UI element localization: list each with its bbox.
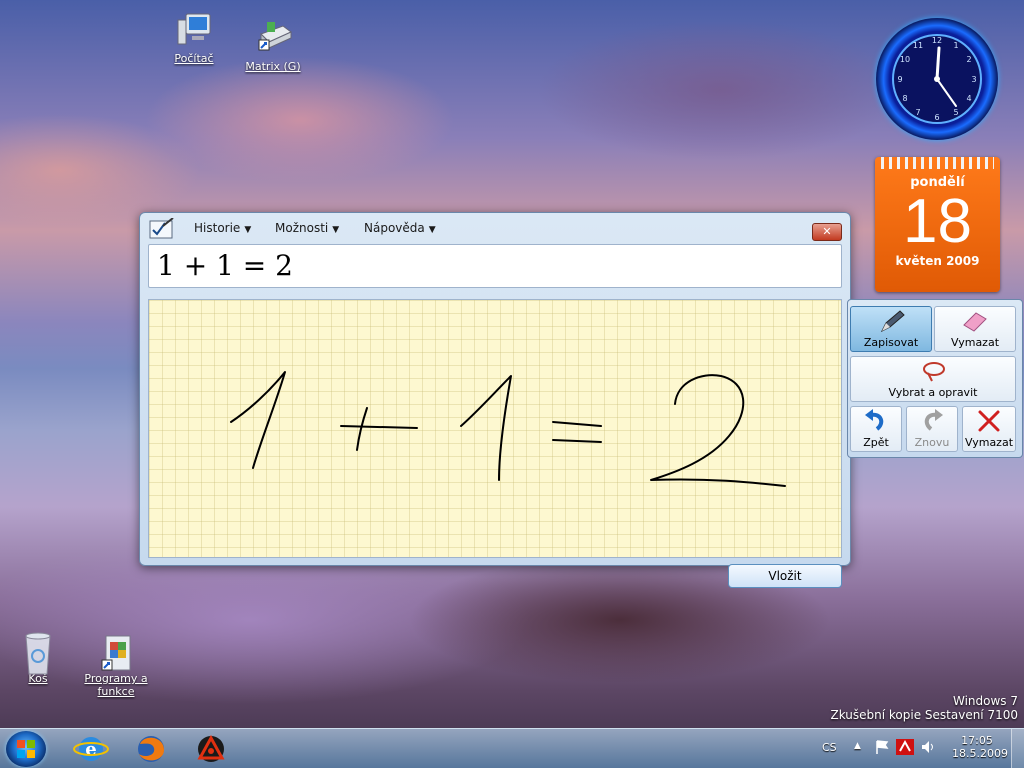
drive-shortcut-icon (253, 20, 293, 58)
menu-label: Možnosti (275, 221, 329, 235)
tool-label: Vymazat (950, 336, 1000, 349)
handwriting-ink (230, 371, 786, 487)
undo-button[interactable]: Zpět (850, 406, 902, 452)
watermark-line2: Zkušební kopie Sestavení 7100 (830, 708, 1018, 722)
math-input-panel: Historie ▼ Možnosti ▼ Nápověda ▼ ✕ 1 + 1 = … (139, 212, 851, 566)
close-button[interactable]: ✕ (812, 223, 842, 241)
clock-gadget[interactable]: 12 1 2 3 45 6 78 9 10 11 (876, 18, 998, 140)
write-tool-button[interactable]: Zapisovat (850, 306, 932, 352)
svg-text:8: 8 (902, 94, 907, 103)
system-tray: CS ▲ 17:05 18.5.2009 (814, 729, 1024, 768)
svg-text:12: 12 (932, 36, 942, 45)
recycle-bin-icon (18, 632, 58, 675)
svg-text:11: 11 (913, 41, 923, 50)
eraser-icon (963, 312, 987, 332)
desktop-icon-programs[interactable]: Programy a funkce (78, 632, 154, 698)
firefox-icon (138, 736, 164, 762)
svg-text:7: 7 (915, 108, 920, 117)
svg-text:10: 10 (900, 55, 910, 64)
tray-clock[interactable]: 17:05 18.5.2009 (952, 734, 1008, 760)
taskbar-internet-explorer[interactable]: e (70, 732, 112, 766)
programs-shortcut-icon (96, 632, 136, 671)
recognition-preview: 1 + 1 = 2 (148, 244, 842, 288)
windows-watermark: Windows 7 Zkušební kopie Sestavení 7100 (830, 694, 1018, 722)
tray-time: 17:05 (961, 734, 993, 747)
chevron-down-icon: ▼ (428, 225, 436, 235)
svg-text:4: 4 (966, 94, 971, 103)
desktop-icon-computer[interactable]: Počítač (156, 12, 232, 65)
calendar-gadget[interactable]: pondělí 18 květen 2009 (875, 157, 1000, 292)
calendar-day: 18 (903, 187, 972, 256)
svg-text:3: 3 (971, 75, 976, 84)
language-indicator[interactable]: CS (822, 741, 837, 754)
svg-text:9: 9 (897, 75, 902, 84)
acrobat-tray-icon[interactable] (896, 739, 914, 758)
show-hidden-icons[interactable]: ▲ (854, 741, 861, 751)
tools-panel: Zapisovat Vymazat Vybrat a opravit Zpět (847, 299, 1023, 458)
math-app-icon[interactable] (149, 217, 175, 240)
preview-expression: 1 + 1 = 2 (157, 249, 293, 282)
desktop-icon-matrix-drive[interactable]: Matrix (G) (235, 20, 311, 73)
menu-label: Historie (194, 221, 241, 235)
svg-text:5: 5 (953, 108, 958, 117)
calendar-rings (881, 157, 994, 169)
redo-button[interactable]: Znovu (906, 406, 958, 452)
menu-options[interactable]: Možnosti ▼ (275, 221, 339, 235)
internet-explorer-icon: e (73, 737, 109, 761)
watermark-line1: Windows 7 (952, 694, 1018, 708)
svg-text:6: 6 (934, 113, 939, 122)
desktop-icon-label: Počítač (174, 52, 214, 65)
menu-bar: Historie ▼ Možnosti ▼ Nápověda ▼ ✕ (140, 213, 850, 243)
writing-area[interactable] (148, 299, 842, 558)
undo-icon (865, 409, 884, 431)
tool-label: Zapisovat (863, 336, 919, 349)
tool-label: Znovu (914, 436, 950, 449)
chevron-down-icon: ▼ (332, 225, 340, 235)
chevron-down-icon: ▼ (244, 225, 252, 235)
menu-help[interactable]: Nápověda ▼ (364, 221, 436, 235)
calendar-month-year: květen 2009 (895, 254, 980, 268)
tool-label: Vymazat (964, 436, 1014, 449)
desktop: Počítač Matrix (G) Koš Programy a funkce… (0, 0, 1024, 768)
svg-text:2: 2 (966, 55, 971, 64)
menu-history[interactable]: Historie ▼ (194, 221, 251, 235)
flag-icon[interactable] (874, 739, 890, 758)
clock-face-icon: 12 12 3 45 6 78 9 1011 (892, 34, 982, 124)
reason-icon (197, 734, 225, 762)
select-correct-button[interactable]: Vybrat a opravit (850, 356, 1016, 402)
eraser-tool-button[interactable]: Vymazat (934, 306, 1016, 352)
taskbar-reason[interactable] (190, 732, 232, 766)
clear-x-icon (978, 410, 1000, 432)
tool-label: Zpět (863, 436, 889, 449)
taskbar: e CS ▲ 17:05 18.5.2009 (0, 728, 1024, 768)
taskbar-firefox[interactable] (130, 732, 172, 766)
tool-label: Vybrat a opravit (888, 386, 978, 399)
lasso-icon (923, 362, 945, 382)
start-button[interactable] (6, 731, 46, 767)
menu-label: Nápověda (364, 221, 425, 235)
show-desktop-button[interactable] (1011, 729, 1024, 768)
svg-text:1: 1 (953, 41, 958, 50)
volume-icon[interactable] (920, 739, 936, 758)
redo-icon (924, 409, 943, 431)
desktop-icon-label: Matrix (G) (245, 60, 301, 73)
windows-logo-icon (17, 740, 35, 758)
insert-button[interactable]: Vložit (728, 564, 842, 588)
pen-icon (880, 310, 905, 333)
desktop-icon-recycle-bin[interactable]: Koš (0, 632, 76, 685)
tray-date: 18.5.2009 (952, 747, 1008, 760)
computer-icon (174, 12, 214, 50)
clear-button[interactable]: Vymazat (962, 406, 1016, 452)
